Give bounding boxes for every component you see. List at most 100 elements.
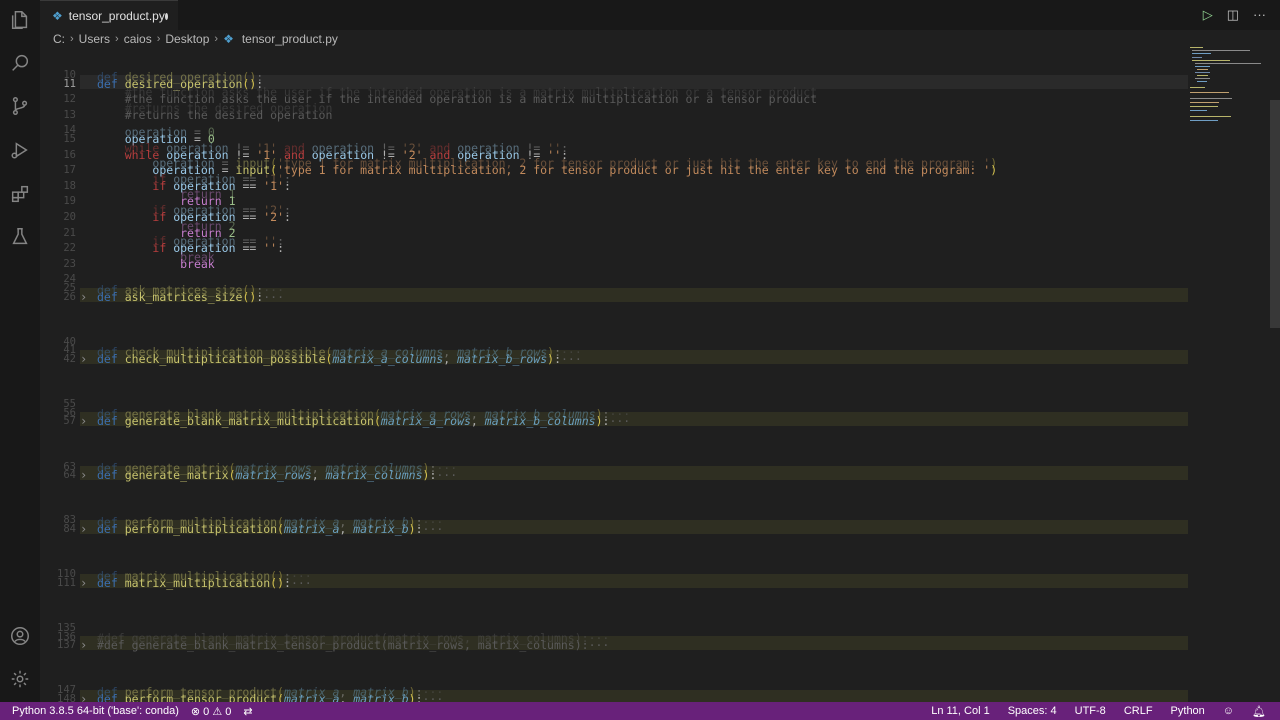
minimap-line <box>1194 72 1211 74</box>
feedback-icon[interactable]: ☺ <box>1223 705 1234 717</box>
minimap-line <box>1192 60 1230 62</box>
code-line[interactable]: def ask_matrices_size():··· <box>97 290 284 304</box>
source-control-icon[interactable] <box>8 94 32 118</box>
chevron-right-icon: › <box>115 33 119 45</box>
minimap-line <box>1190 47 1204 49</box>
activity-bar <box>0 0 40 702</box>
line-number: 137 <box>57 639 76 651</box>
line-number: 84 <box>63 523 76 535</box>
notifications-bell-icon[interactable]: 🔔︎ <box>1252 705 1266 718</box>
breadcrumb-user[interactable]: caios <box>124 32 152 46</box>
minimap-line <box>1197 75 1209 77</box>
fold-chevron-icon[interactable]: › <box>80 414 87 428</box>
unsaved-dot-icon[interactable] <box>164 12 168 20</box>
chevron-right-icon: › <box>156 33 161 45</box>
minimap-line <box>1190 110 1208 112</box>
minimap-line <box>1190 101 1219 103</box>
line-ending[interactable]: CRLF <box>1124 705 1153 717</box>
chevron-right-icon: › <box>214 33 219 45</box>
line-number: 15 <box>63 133 76 145</box>
editor-tab[interactable]: ❖ tensor_product.py <box>40 0 178 31</box>
minimap-line <box>1192 53 1212 55</box>
minimap-line <box>1197 81 1207 83</box>
explorer-icon[interactable] <box>8 8 32 32</box>
warning-icon: ⚠ <box>212 705 223 718</box>
breadcrumb: C: › Users › caios › Desktop › ❖ tensor_… <box>40 30 1280 48</box>
minimap-line <box>1190 86 1205 88</box>
code-line[interactable]: def perform_multiplication(matrix_a, mat… <box>97 522 443 536</box>
error-icon: ⊗ <box>190 705 201 718</box>
indentation[interactable]: Spaces: 4 <box>1008 705 1057 717</box>
python-file-icon: ❖ <box>52 9 63 23</box>
minimap-line <box>1197 69 1209 71</box>
code-line[interactable]: def check_multiplication_possible(matrix… <box>97 352 582 366</box>
line-number: 17 <box>63 164 76 176</box>
vertical-scrollbar[interactable] <box>1270 100 1280 328</box>
line-number: 19 <box>63 195 76 207</box>
line-number: 16 <box>63 149 76 161</box>
code-line[interactable]: #def generate_blank_matrix_tensor_produc… <box>97 638 609 652</box>
error-count: 0 <box>203 705 210 718</box>
code-line[interactable]: def matrix_multiplication():··· <box>97 576 312 590</box>
line-number: 12 <box>63 93 76 105</box>
fold-chevron-icon[interactable]: › <box>80 522 87 536</box>
fold-chevron-icon[interactable]: › <box>80 576 87 590</box>
line-number: 42 <box>63 353 76 365</box>
search-icon[interactable] <box>8 51 32 75</box>
settings-gear-icon[interactable] <box>8 667 32 691</box>
code-line[interactable]: #returns the desired operation <box>97 108 333 122</box>
line-number: 21 <box>63 227 76 239</box>
minimap-line <box>1190 119 1218 121</box>
account-icon[interactable] <box>8 624 32 648</box>
line-number: 18 <box>63 180 76 192</box>
line-number: 11 <box>63 78 76 90</box>
code-line[interactable]: break <box>97 257 215 271</box>
status-bar: Python 3.8.5 64-bit ('base': conda) ⊗ 0 … <box>0 702 1280 720</box>
fold-chevron-icon[interactable]: › <box>80 468 87 482</box>
code-line[interactable]: def generate_blank_matrix_multiplication… <box>97 414 630 428</box>
code-editor[interactable]: 10 11 def desired_operation(): def desired_… <box>40 48 1280 702</box>
python-interpreter[interactable]: Python 3.8.5 64-bit ('base': conda) <box>12 705 179 717</box>
fold-chevron-icon[interactable]: › <box>80 638 87 652</box>
run-file-icon[interactable]: ▷ <box>1203 7 1213 23</box>
code-line[interactable]: def generate_matrix(matrix_rows, matrix_… <box>97 468 457 482</box>
minimap-line <box>1194 66 1211 68</box>
breadcrumb-drive[interactable]: C: <box>53 32 65 46</box>
chevron-right-icon: › <box>70 33 74 45</box>
warning-count: 0 <box>225 705 232 718</box>
line-number: 57 <box>63 415 76 427</box>
minimap-line <box>1190 92 1229 94</box>
line-number: 23 <box>63 258 76 270</box>
minimap-line <box>1192 57 1202 59</box>
line-number: 111 <box>57 577 76 589</box>
cursor-position[interactable]: Ln 11, Col 1 <box>931 705 990 717</box>
language-mode[interactable]: Python <box>1171 705 1205 717</box>
minimap-line <box>1190 97 1233 99</box>
fold-chevron-icon[interactable]: › <box>80 352 87 366</box>
more-actions-icon[interactable]: ··· <box>1253 7 1266 23</box>
line-number: 64 <box>63 469 76 481</box>
tab-label: tensor_product.py <box>68 9 165 23</box>
line-number: 20 <box>63 211 76 223</box>
split-editor-icon[interactable]: ◫ <box>1227 7 1239 23</box>
fold-chevron-icon[interactable]: › <box>80 692 87 702</box>
breadcrumb-file[interactable]: tensor_product.py <box>242 32 338 46</box>
line-number: 22 <box>63 242 76 254</box>
extensions-icon[interactable] <box>8 182 32 206</box>
breadcrumb-desktop[interactable]: Desktop <box>165 32 209 46</box>
run-debug-icon[interactable] <box>8 138 32 162</box>
minimap-line <box>1192 50 1250 52</box>
encoding[interactable]: UTF-8 <box>1075 705 1106 717</box>
fold-chevron-icon[interactable]: › <box>80 290 87 304</box>
line-number: 148 <box>57 693 76 702</box>
tab-bar: ❖ tensor_product.py ▷ ◫ ··· <box>40 0 1280 31</box>
minimap-line <box>1190 115 1231 117</box>
code-line[interactable]: def perform_tensor_product(matrix_a, mat… <box>97 692 443 702</box>
minimap-line <box>1194 78 1210 80</box>
breadcrumb-users[interactable]: Users <box>79 32 110 46</box>
live-share-icon[interactable]: ⇄ <box>243 705 252 718</box>
python-file-icon: ❖ <box>223 32 234 46</box>
testing-icon[interactable] <box>8 225 32 249</box>
problems-indicator[interactable]: ⊗ 0 ⚠ 0 <box>191 705 232 718</box>
minimap[interactable] <box>1190 46 1261 166</box>
